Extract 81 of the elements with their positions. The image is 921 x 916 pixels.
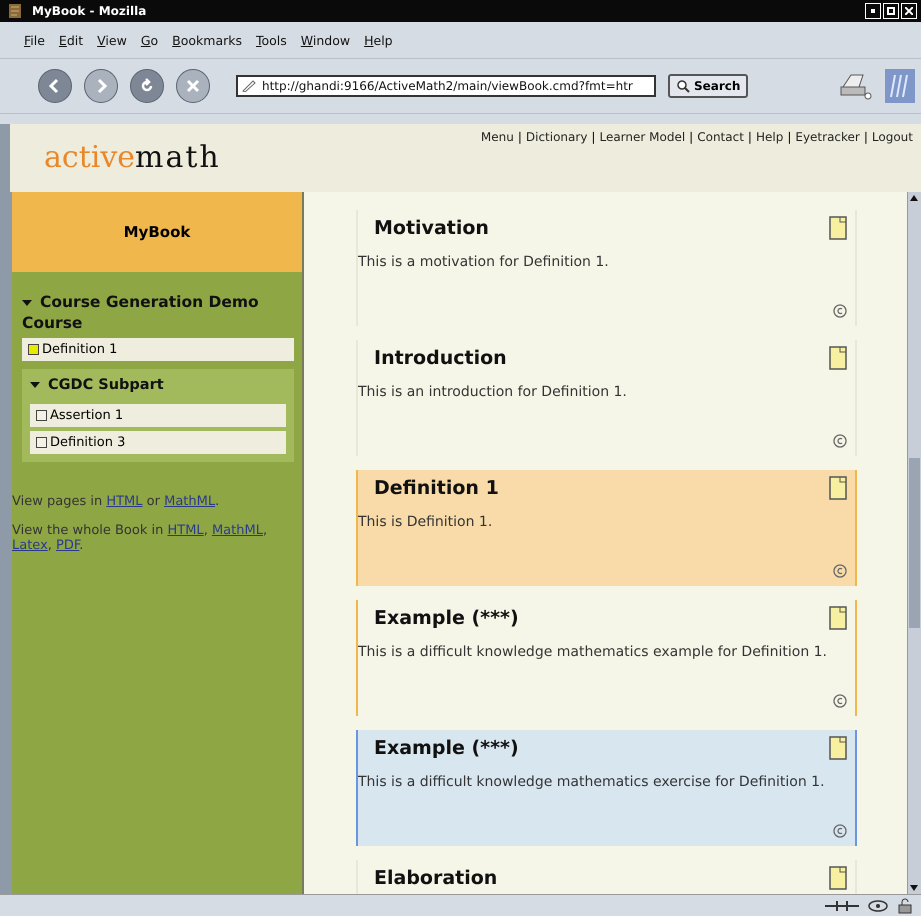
menu-item[interactable]: Go xyxy=(140,32,158,48)
copyright-icon[interactable] xyxy=(833,694,847,708)
note-icon[interactable] xyxy=(829,736,847,760)
tree-item[interactable]: Assertion 1 xyxy=(30,404,286,427)
scrollbar-thumb[interactable] xyxy=(909,458,920,628)
menu-item[interactable]: Bookmarks xyxy=(172,32,242,48)
eye-icon xyxy=(867,898,889,912)
separator: | xyxy=(591,130,596,146)
copyright-icon[interactable] xyxy=(833,434,847,448)
menu-item[interactable]: Edit xyxy=(58,32,84,48)
close-button[interactable] xyxy=(901,3,917,19)
copyright-icon[interactable] xyxy=(833,824,847,838)
minimize-button[interactable] xyxy=(865,3,881,19)
window-title: MyBook - Mozilla xyxy=(32,4,148,18)
separator: | xyxy=(787,130,792,146)
menu-item[interactable]: File xyxy=(24,32,45,48)
close-icon xyxy=(905,7,913,15)
nav-link[interactable]: Learner Model xyxy=(599,130,686,192)
note-icon[interactable] xyxy=(829,866,847,890)
stop-icon xyxy=(184,77,202,95)
sidebar-title: MyBook xyxy=(12,192,302,272)
format-link[interactable]: MathML xyxy=(164,494,216,509)
card-title: Motivation xyxy=(374,217,489,239)
card-title: Introduction xyxy=(374,347,507,369)
format-link[interactable]: PDF xyxy=(56,538,80,553)
format-link[interactable]: HTML xyxy=(168,523,204,538)
note-icon[interactable] xyxy=(829,476,847,500)
view-options-text: View the whole Book in HTML, MathML, Latex, PDF. xyxy=(12,523,268,553)
copyright-icon[interactable] xyxy=(833,304,847,318)
activemath-logo: activemath xyxy=(44,139,221,177)
tree-item[interactable]: Definition 1 xyxy=(22,338,294,361)
card-text: This is a difficult knowledge mathematics example for Definition 1. xyxy=(358,644,828,660)
format-link[interactable]: MathML xyxy=(212,523,263,538)
card-title: Example (***) xyxy=(374,607,519,629)
lock-icon xyxy=(897,898,913,914)
copyright-icon[interactable] xyxy=(833,564,847,578)
nav-link[interactable]: Help xyxy=(756,130,784,192)
menu-item[interactable]: View xyxy=(97,32,127,48)
stop-button[interactable] xyxy=(176,69,210,103)
format-link[interactable]: HTML xyxy=(106,494,143,509)
format-link[interactable]: Latex xyxy=(12,538,48,553)
card-text: This is Definition 1. xyxy=(358,514,494,530)
tree-item[interactable]: Definition 3 xyxy=(30,431,286,454)
caret-icon[interactable] xyxy=(30,381,40,389)
nav-link[interactable]: Contact xyxy=(697,130,744,192)
nav-link[interactable]: Dictionary xyxy=(526,130,588,192)
tree-node[interactable]: Course Generation Demo Course xyxy=(22,292,302,334)
connection-icon xyxy=(825,898,859,912)
maximize-button[interactable] xyxy=(883,3,899,19)
nav-link[interactable]: Logout xyxy=(872,130,913,192)
minimize-icon xyxy=(871,9,875,13)
card-title: Elaboration xyxy=(374,867,498,889)
app-icon xyxy=(8,3,22,19)
note-icon[interactable] xyxy=(829,216,847,240)
nav-link[interactable]: Eyetracker xyxy=(795,130,860,192)
scrollbar[interactable] xyxy=(907,192,921,894)
maximize-icon xyxy=(887,7,895,15)
card-text: This is a difficult knowledge mathematics exercise for Definition 1. xyxy=(358,774,826,790)
menu-item[interactable]: Tools xyxy=(256,32,287,48)
search-button[interactable]: Search xyxy=(668,74,748,98)
caret-icon[interactable] xyxy=(22,299,32,307)
separator: | xyxy=(864,130,868,146)
back-button[interactable] xyxy=(38,69,72,103)
menu-item[interactable]: Help xyxy=(364,32,393,48)
card-text: This is an introduction for Definition 1. xyxy=(358,384,628,400)
tree-node[interactable]: CGDC Subpart xyxy=(30,369,286,400)
menu-item[interactable]: Window xyxy=(300,32,350,48)
reload-button[interactable] xyxy=(130,69,164,103)
note-icon[interactable] xyxy=(829,606,847,630)
card-text: This is a motivation for Definition 1. xyxy=(358,254,610,270)
note-icon[interactable] xyxy=(829,346,847,370)
separator: | xyxy=(748,130,752,146)
url-field[interactable]: http://ghandi:9166/ActiveMath2/main/viewBook.cmd?fmt=htr xyxy=(236,75,656,97)
separator: | xyxy=(518,130,522,146)
forward-button[interactable] xyxy=(84,69,118,103)
search-icon xyxy=(676,79,690,93)
separator: | xyxy=(689,130,694,146)
card-title: Example (***) xyxy=(374,737,519,759)
view-options-text: View pages in HTML or MathML. xyxy=(12,494,220,509)
nav-link[interactable]: Menu xyxy=(480,130,514,192)
card-title: Definition 1 xyxy=(374,477,499,499)
